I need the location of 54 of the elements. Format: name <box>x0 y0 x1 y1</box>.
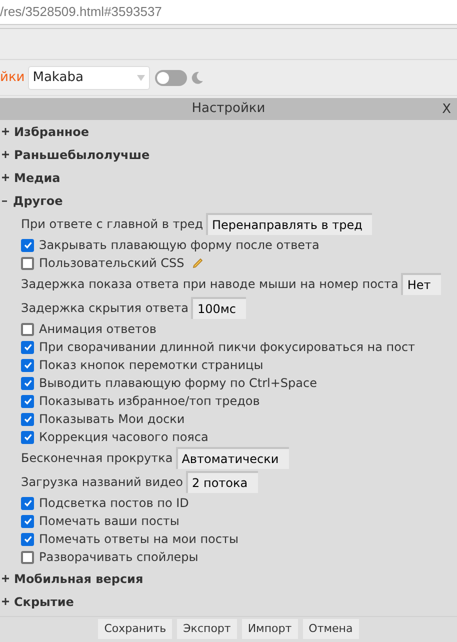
dark-mode-toggle[interactable] <box>154 70 187 86</box>
setting-label: Загрузка названий видео <box>21 474 184 491</box>
checkbox[interactable] <box>21 430 34 444</box>
footer-button[interactable]: Отмена <box>302 619 359 639</box>
checkbox[interactable] <box>21 514 34 528</box>
caret-icon <box>136 74 145 80</box>
setting-label: Показывать Мои доски <box>39 411 185 428</box>
setting-label: Задержка показа ответа при наводе мыши на номер поста <box>21 276 398 293</box>
select-field[interactable]: 100мс <box>191 297 246 319</box>
setting-label: Показ кнопок перемотки страницы <box>39 357 264 374</box>
setting-label: Анимация ответов <box>39 321 156 338</box>
section-header[interactable]: Скрытие <box>0 590 457 613</box>
select-field[interactable]: 2 потока <box>186 471 258 493</box>
footer-button[interactable]: Импорт <box>242 619 298 639</box>
moon-icon <box>190 70 204 84</box>
setting-label: Пользовательский CSS <box>39 255 184 272</box>
checkbox[interactable] <box>21 238 34 252</box>
checkbox[interactable] <box>21 322 34 336</box>
checkbox[interactable] <box>21 412 34 426</box>
checkbox[interactable] <box>21 358 34 372</box>
select-field[interactable]: Перенаправлять в тред <box>206 213 372 235</box>
checkbox[interactable] <box>21 496 34 510</box>
setting-label: Закрывать плавающую форму после ответа <box>39 237 320 254</box>
select-field[interactable]: Нет <box>401 273 441 295</box>
setting-label: Разворачивать спойлеры <box>39 549 198 566</box>
checkbox[interactable] <box>21 532 34 546</box>
footer-button[interactable]: Сохранить <box>98 619 172 639</box>
footer-button[interactable]: Экспорт <box>177 619 237 639</box>
close-button[interactable]: X <box>442 100 451 120</box>
settings-title: Настройки <box>192 100 266 118</box>
setting-label: Помечать ответы на мои посты <box>39 531 238 548</box>
checkbox[interactable] <box>21 376 34 390</box>
setting-label: При сворачивании длинной пикчи фокусироваться на пост <box>39 339 416 356</box>
select-field[interactable]: Автоматически <box>176 447 289 469</box>
checkbox[interactable] <box>21 550 34 564</box>
checkbox[interactable] <box>21 256 34 270</box>
section-header[interactable]: Мобильная версия <box>0 567 457 590</box>
setting-label: Выводить плавающую форму по Ctrl+Space <box>39 375 317 392</box>
section-header[interactable]: Другое <box>0 189 457 212</box>
setting-label: Задержка скрытия ответа <box>21 300 188 317</box>
setting-label: Подсветка постов по ID <box>39 495 189 512</box>
pencil-icon[interactable] <box>192 257 204 269</box>
section-header[interactable]: Медиа <box>0 166 457 189</box>
setting-label: Бесконечная прокрутка <box>21 450 173 467</box>
section-header[interactable]: Избранное <box>0 120 457 143</box>
setting-label: Помечать ваши посты <box>39 513 180 530</box>
checkbox[interactable] <box>21 394 34 408</box>
checkbox[interactable] <box>21 340 34 354</box>
style-select[interactable]: Makaba <box>28 66 150 90</box>
setting-label: Показывать избранное/топ тредов <box>39 393 260 410</box>
setting-label: Коррекция часового пояса <box>39 429 208 446</box>
style-label: йки <box>0 68 25 87</box>
section-header[interactable]: Раньшебылолучше <box>0 143 457 166</box>
setting-label: При ответе с главной в тред <box>21 216 204 233</box>
